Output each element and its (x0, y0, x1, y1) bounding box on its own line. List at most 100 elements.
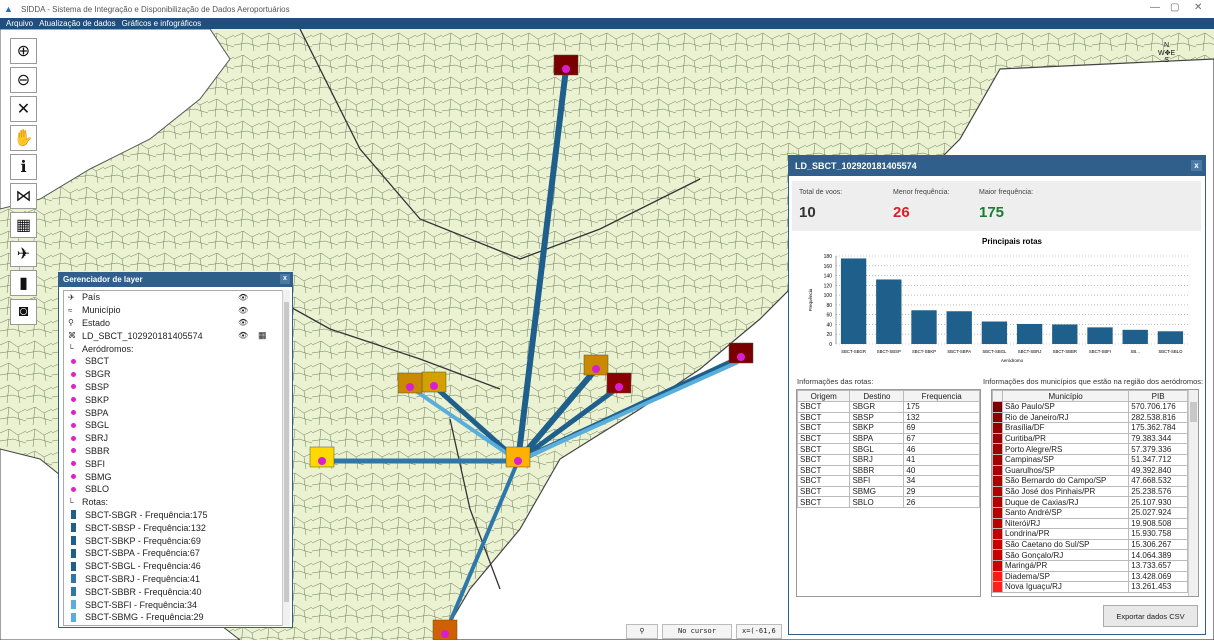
pan-hand-icon[interactable]: ✋ (10, 125, 37, 151)
export-csv-button[interactable]: Exportar dados CSV (1103, 605, 1198, 627)
menu-graficos[interactable]: Gráficos e infográficos (122, 19, 202, 28)
menu-atualizacao[interactable]: Atualização de dados (39, 19, 116, 28)
bar[interactable] (876, 279, 902, 344)
aerodrome-item[interactable]: SBSP (64, 381, 284, 394)
attribute-table-icon[interactable]: ▦ (258, 330, 267, 341)
table-row[interactable]: SBCT SBPA 67 (797, 432, 980, 445)
layer-item[interactable]: ≈ Município 👁 (64, 304, 284, 317)
aerodrome-marker[interactable] (514, 457, 522, 465)
aerodrome-marker[interactable] (430, 382, 438, 390)
route-item[interactable]: SBCT-SBMG - Frequência:29 (64, 611, 284, 624)
routes-group[interactable]: └ Rotas: (64, 496, 284, 509)
route-item[interactable]: SBCT-SBPA - Frequência:67 (64, 547, 284, 560)
table-icon[interactable]: ▦ (10, 212, 37, 238)
aerodromes-group[interactable]: └ Aeródromos: (64, 342, 284, 355)
aerodrome-item[interactable]: SBLO (64, 483, 284, 496)
wrench-icon[interactable]: ⚲ (626, 623, 658, 639)
eye-icon[interactable]: 👁 (238, 331, 248, 340)
route-item[interactable]: SBCT-SBSP - Frequência:132 (64, 521, 284, 534)
table-row[interactable]: SBCT SBGR 175 (797, 401, 980, 413)
aerodrome-marker[interactable] (562, 65, 570, 73)
aerodrome-item[interactable]: SBBR (64, 445, 284, 458)
table-row[interactable]: SBCT SBBR 40 (797, 464, 980, 477)
info-icon[interactable]: ℹ (10, 154, 37, 180)
route-item[interactable]: SBCT-SBKP - Frequência:69 (64, 534, 284, 547)
bar[interactable] (840, 258, 867, 344)
aerodrome-marker[interactable] (592, 365, 600, 373)
close-icon[interactable]: x (280, 274, 290, 284)
table-row[interactable]: SBCT SBLO 26 (797, 496, 980, 508)
aerodrome-item[interactable]: SBCT (64, 355, 284, 368)
eye-icon[interactable]: 👁 (238, 318, 248, 327)
aerodrome-item[interactable]: SBMG (64, 470, 284, 483)
airplane-icon[interactable]: ✈ (10, 241, 37, 267)
table-row[interactable]: Brasília/DF 175.362.784 (992, 422, 1188, 434)
table-row[interactable]: Porto Alegre/RS 57.379.336 (992, 443, 1188, 455)
table-row[interactable]: Londrina/PR 15.930.758 (992, 528, 1188, 540)
zoom-out-icon[interactable]: ⊖ (10, 67, 37, 93)
table-row[interactable]: SBCT SBMG 29 (797, 485, 980, 498)
aerodrome-item[interactable]: SBFI (64, 457, 284, 470)
network-icon[interactable]: ⋈ (10, 183, 37, 209)
route-item[interactable]: SBCT-SBGL - Frequência:46 (64, 560, 284, 573)
table-row[interactable]: Diadema/SP 13.428.069 (992, 570, 1188, 583)
table-row[interactable]: Niterói/RJ 19.908.508 (992, 517, 1188, 530)
table-row[interactable]: São José dos Pinhais/PR 25.238.576 (992, 485, 1188, 498)
zoom-in-icon[interactable]: ⊕ (10, 38, 37, 64)
aerodrome-item[interactable]: SBKP (64, 393, 284, 406)
table-row[interactable]: Duque de Caxias/RJ 25.107.930 (992, 496, 1188, 508)
restore-icon[interactable]: ▢ (1170, 2, 1179, 13)
table-row[interactable]: SBCT SBRJ 41 (797, 453, 980, 466)
table-row[interactable]: São Paulo/SP 570.706.176 (992, 401, 1188, 413)
full-extent-icon[interactable]: ✕ (10, 96, 37, 122)
scrollbar-thumb[interactable] (284, 302, 289, 602)
aerodrome-marker[interactable] (737, 353, 745, 361)
bar[interactable] (911, 310, 937, 344)
municipios-scrollbar[interactable] (1188, 390, 1198, 596)
route-item[interactable]: SBCT-SBGR - Frequência:175 (64, 509, 284, 522)
minimize-icon[interactable]: — (1150, 2, 1160, 13)
aerodrome-marker[interactable] (615, 383, 623, 391)
table-row[interactable]: SBCT SBFI 34 (797, 475, 980, 487)
close-icon[interactable]: x (1191, 160, 1202, 171)
table-row[interactable]: São Gonçalo/RJ 14.064.389 (992, 549, 1188, 561)
aerodrome-marker[interactable] (406, 383, 414, 391)
eye-icon[interactable]: 👁 (238, 293, 248, 302)
table-row[interactable]: SBCT SBSP 132 (797, 411, 980, 424)
bar[interactable] (1016, 323, 1043, 344)
scrollbar-thumb[interactable] (1190, 402, 1197, 422)
layer-item[interactable]: ⌘ LD_SBCT_102920181405574 👁 ▦ (64, 329, 284, 342)
bar[interactable] (1087, 327, 1113, 344)
table-row[interactable]: SBCT SBGL 46 (797, 443, 980, 455)
table-row[interactable]: SBCT SBKP 69 (797, 422, 980, 434)
layer-item[interactable]: ⚲ Estado 👁 (64, 317, 284, 330)
route-item[interactable]: SBCT-SBRJ - Frequência:41 (64, 573, 284, 586)
aerodrome-item[interactable]: SBPA (64, 406, 284, 419)
statistics-icon[interactable]: ▮ (10, 270, 37, 296)
aerodrome-item[interactable]: SBGR (64, 368, 284, 381)
layer-item[interactable]: ✈ País 👁 (64, 291, 284, 304)
table-row[interactable]: Maringá/PR 13.733.657 (992, 559, 1188, 572)
bar[interactable] (946, 311, 972, 344)
bar[interactable] (1157, 331, 1184, 344)
camera-icon[interactable]: ◙ (10, 299, 37, 325)
bar[interactable] (981, 321, 1008, 344)
table-row[interactable]: Curitiba/PR 79.383.344 (992, 432, 1188, 445)
table-row[interactable]: São Caetano do Sul/SP 15.306.267 (992, 538, 1188, 551)
aerodrome-marker[interactable] (441, 630, 449, 638)
aerodrome-marker[interactable] (318, 457, 326, 465)
route-item[interactable]: SBCT-SBBR - Frequência:40 (64, 585, 284, 598)
bar[interactable] (1052, 324, 1078, 344)
eye-icon[interactable]: 👁 (238, 306, 248, 315)
table-row[interactable]: Rio de Janeiro/RJ 282.538.816 (992, 411, 1188, 424)
table-row[interactable]: Guarulhos/SP 49.392.840 (992, 464, 1188, 477)
aerodrome-item[interactable]: SBRJ (64, 432, 284, 445)
layer-scrollbar[interactable] (282, 290, 290, 626)
close-icon[interactable]: ✕ (1194, 2, 1202, 13)
route-item[interactable]: SBCT-SBFI - Frequência:34 (64, 598, 284, 611)
table-row[interactable]: Campinas/SP 51.347.712 (992, 453, 1188, 466)
menu-arquivo[interactable]: Arquivo (6, 19, 33, 28)
bar[interactable] (1122, 329, 1148, 344)
table-row[interactable]: Nova Iguaçu/RJ 13.261.453 (992, 581, 1188, 593)
table-row[interactable]: Santo André/SP 25.027.924 (992, 506, 1188, 519)
